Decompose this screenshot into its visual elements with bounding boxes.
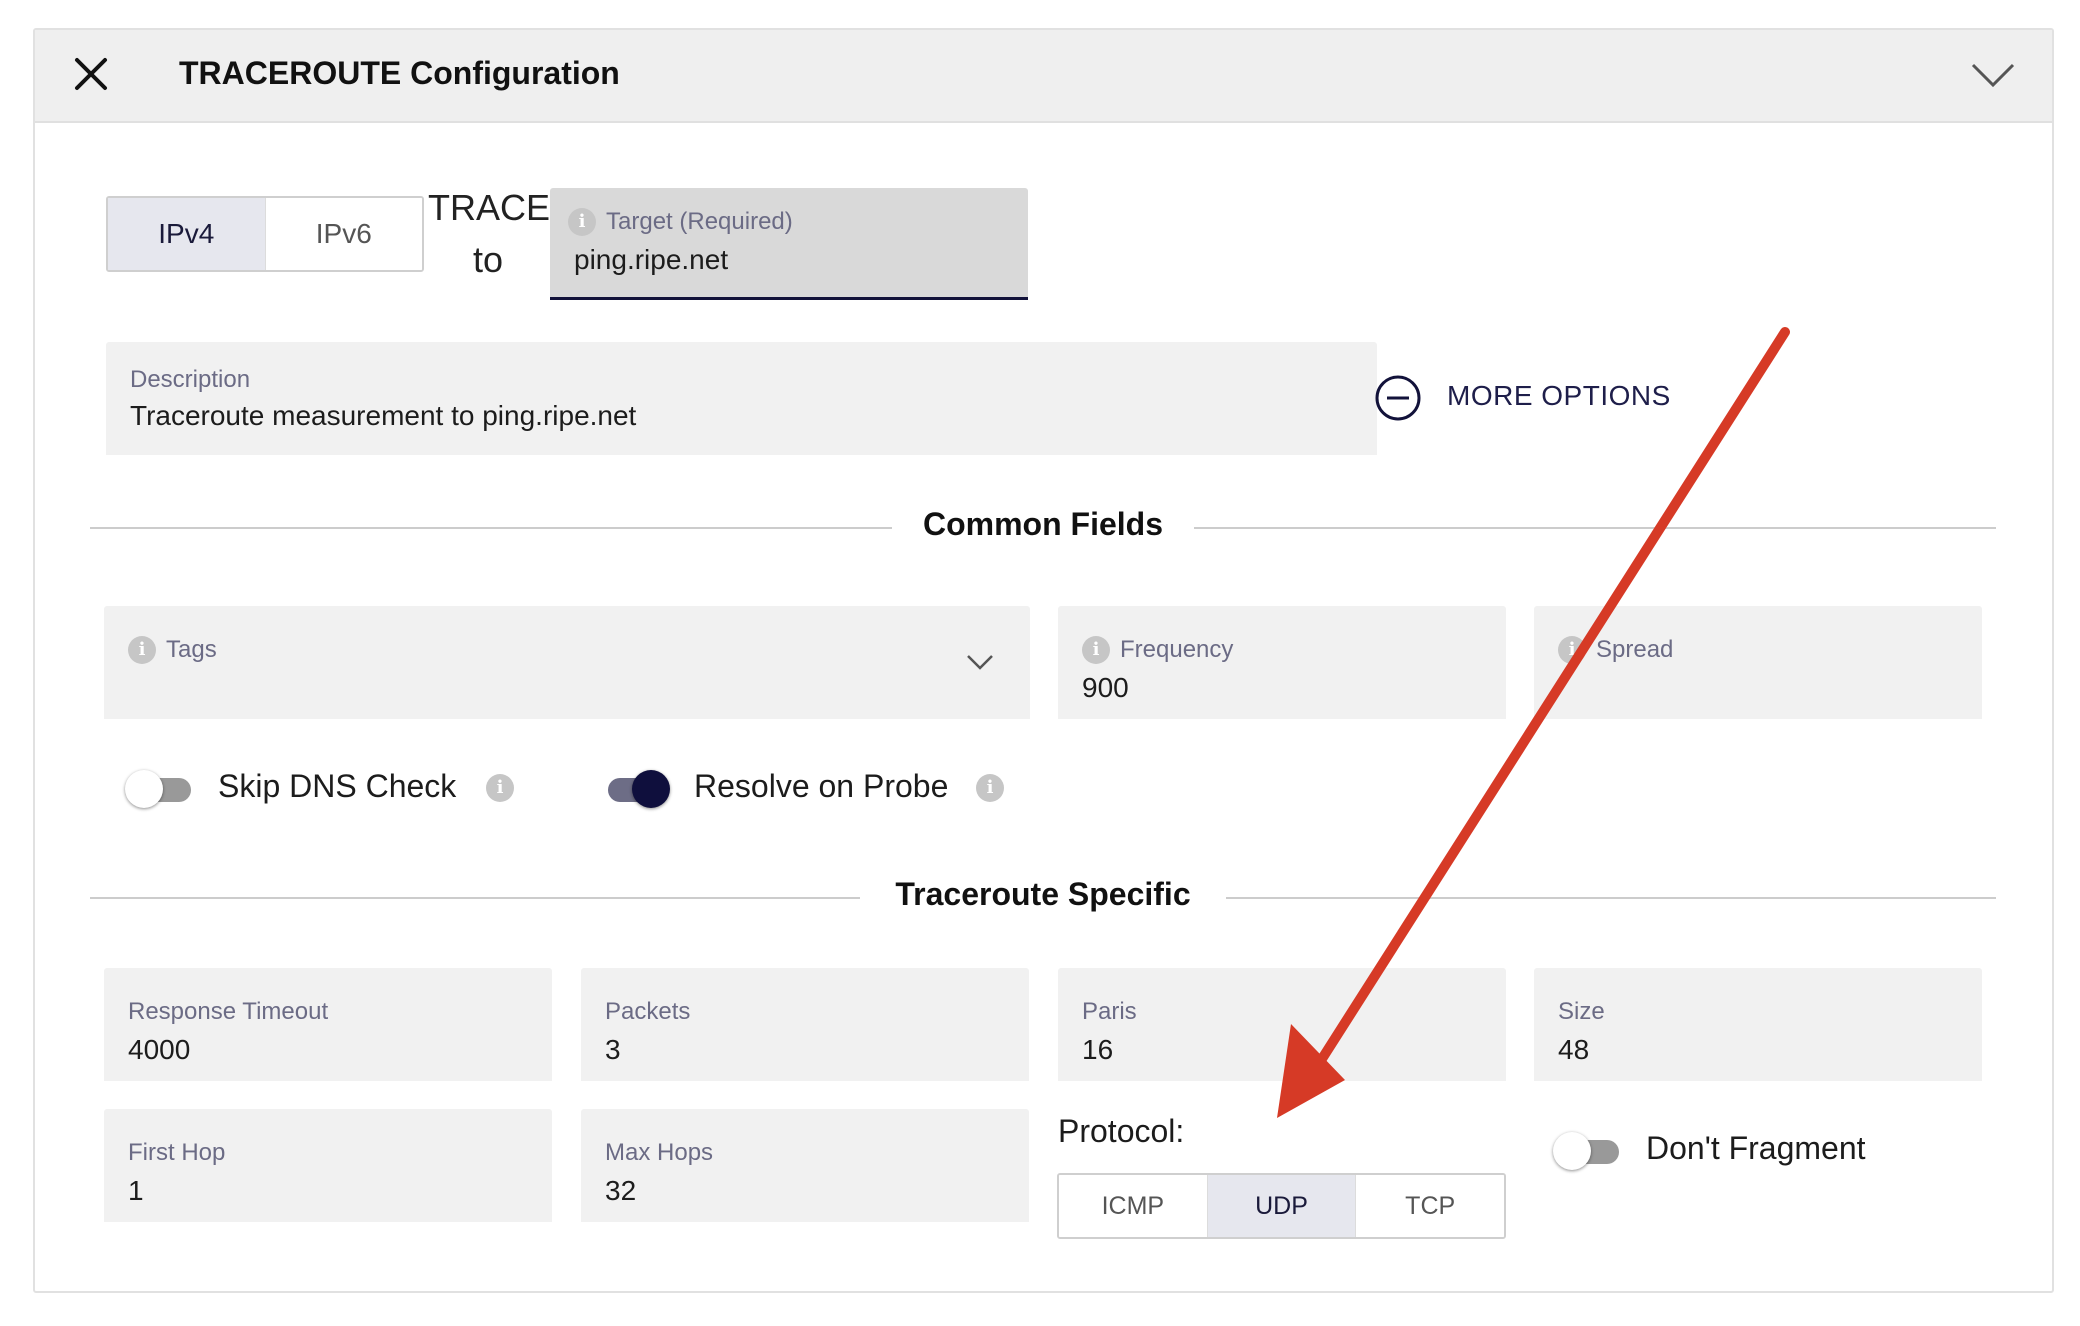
target-value[interactable]: ping.ripe.net <box>574 244 728 276</box>
frequency-label: i Frequency <box>1082 636 1233 664</box>
response-timeout-value[interactable]: 4000 <box>128 1034 190 1066</box>
info-icon[interactable]: i <box>568 208 596 236</box>
toggle-knob <box>632 770 670 808</box>
more-options-button[interactable]: MORE OPTIONS <box>1447 380 1671 412</box>
size-value[interactable]: 48 <box>1558 1034 1589 1066</box>
response-timeout-label: Response Timeout <box>128 998 329 1025</box>
size-label: Size <box>1558 998 1605 1025</box>
resolve-on-probe-toggle[interactable] <box>602 768 672 808</box>
divider <box>1226 897 1996 899</box>
tags-label-text: Tags <box>166 636 217 663</box>
target-label-text: Target (Required) <box>606 208 793 235</box>
trace-to-label: TRACE to <box>428 182 551 286</box>
toggle-knob <box>125 770 163 808</box>
spread-field[interactable]: i Spread <box>1534 606 1982 719</box>
max-hops-field[interactable]: Max Hops 32 <box>581 1109 1029 1222</box>
protocol-toggle: ICMP UDP TCP <box>1057 1173 1506 1239</box>
protocol-icmp-option[interactable]: ICMP <box>1059 1175 1207 1237</box>
target-label: i Target (Required) <box>568 208 793 236</box>
close-icon[interactable] <box>73 56 109 92</box>
collapse-chevron-icon[interactable] <box>1970 60 2016 90</box>
traceroute-specific-heading: Traceroute Specific <box>895 876 1191 912</box>
description-value[interactable]: Traceroute measurement to ping.ripe.net <box>130 400 636 432</box>
spread-label: i Spread <box>1558 636 1673 664</box>
max-hops-label: Max Hops <box>605 1139 714 1166</box>
divider <box>90 527 892 529</box>
packets-field[interactable]: Packets 3 <box>581 968 1029 1081</box>
minus-circle-icon[interactable] <box>1374 374 1422 422</box>
trace-label-line2: to <box>472 239 504 280</box>
packets-value[interactable]: 3 <box>605 1034 621 1066</box>
common-fields-heading: Common Fields <box>922 506 1163 542</box>
protocol-tcp-option[interactable]: TCP <box>1355 1175 1504 1237</box>
spread-label-text: Spread <box>1596 636 1674 663</box>
dont-fragment-toggle[interactable] <box>1553 1130 1623 1170</box>
ipv4-option[interactable]: IPv4 <box>108 198 265 270</box>
info-icon[interactable]: i <box>128 636 156 664</box>
first-hop-field[interactable]: First Hop 1 <box>104 1109 552 1222</box>
info-icon[interactable]: i <box>1558 636 1586 664</box>
divider <box>90 897 860 899</box>
ip-version-toggle: IPv4 IPv6 <box>106 196 424 272</box>
page-title: TRACEROUTE Configuration <box>179 55 620 91</box>
info-icon[interactable]: i <box>976 774 1004 802</box>
protocol-label: Protocol: <box>1058 1113 1185 1149</box>
frequency-field[interactable]: i Frequency 900 <box>1058 606 1506 719</box>
tags-field[interactable]: i Tags <box>104 606 1030 719</box>
first-hop-label: First Hop <box>128 1139 226 1166</box>
protocol-udp-option[interactable]: UDP <box>1206 1175 1356 1237</box>
paris-value[interactable]: 16 <box>1082 1034 1113 1066</box>
toggle-knob <box>1553 1132 1591 1170</box>
max-hops-value[interactable]: 32 <box>605 1175 636 1207</box>
resolve-on-probe-label: Resolve on Probe <box>694 768 949 804</box>
paris-label: Paris <box>1082 998 1137 1025</box>
skip-dns-check-toggle[interactable] <box>125 768 195 808</box>
frequency-value[interactable]: 900 <box>1082 672 1129 704</box>
info-icon[interactable]: i <box>1082 636 1110 664</box>
chevron-down-icon[interactable] <box>966 654 994 672</box>
first-hop-value[interactable]: 1 <box>128 1175 144 1207</box>
response-timeout-field[interactable]: Response Timeout 4000 <box>104 968 552 1081</box>
ipv6-option[interactable]: IPv6 <box>264 198 422 270</box>
divider <box>1194 527 1996 529</box>
dont-fragment-label: Don't Fragment <box>1646 1130 1866 1166</box>
tags-label: i Tags <box>128 636 217 664</box>
target-field[interactable]: i Target (Required) ping.ripe.net <box>550 188 1028 300</box>
trace-label-line1: TRACE <box>428 187 551 228</box>
size-field[interactable]: Size 48 <box>1534 968 1982 1081</box>
description-field[interactable]: Description Traceroute measurement to pi… <box>106 342 1377 455</box>
paris-field[interactable]: Paris 16 <box>1058 968 1506 1081</box>
packets-label: Packets <box>605 998 691 1025</box>
skip-dns-check-label: Skip DNS Check <box>218 768 457 804</box>
frequency-label-text: Frequency <box>1120 636 1234 663</box>
info-icon[interactable]: i <box>486 774 514 802</box>
description-label: Description <box>130 366 251 393</box>
